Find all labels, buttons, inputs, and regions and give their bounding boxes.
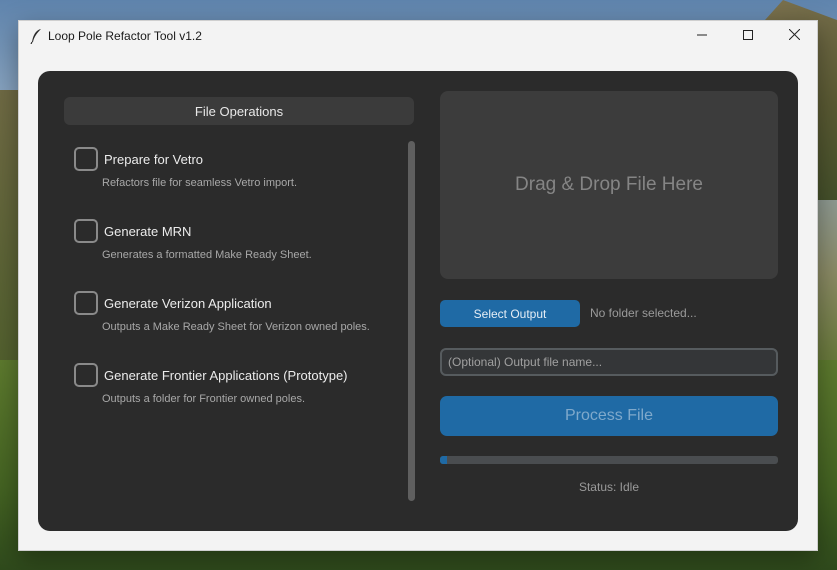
operation-item-prepare-vetro: Prepare for Vetro Refactors file for sea… (74, 147, 404, 219)
window-controls (679, 21, 817, 51)
operation-label[interactable]: Generate Verizon Application (104, 296, 272, 311)
frontier-applications-checkbox[interactable] (74, 363, 98, 387)
operation-label[interactable]: Prepare for Vetro (104, 152, 203, 167)
drag-drop-zone[interactable]: Drag & Drop File Here (440, 91, 778, 279)
operation-item-generate-mrn: Generate MRN Generates a formatted Make … (74, 219, 404, 291)
generate-mrn-checkbox[interactable] (74, 219, 98, 243)
close-button[interactable] (771, 21, 817, 51)
file-operations-header: File Operations (64, 97, 414, 125)
minimize-button[interactable] (679, 21, 725, 51)
app-window: Loop Pole Refactor Tool v1.2 File Operat… (18, 20, 818, 551)
prepare-vetro-checkbox[interactable] (74, 147, 98, 171)
progress-bar (440, 456, 778, 464)
operations-list: Prepare for Vetro Refactors file for sea… (74, 147, 404, 435)
operation-label[interactable]: Generate MRN (104, 224, 191, 239)
operation-item-verizon-application: Generate Verizon Application Outputs a M… (74, 291, 404, 363)
operation-description: Outputs a folder for Frontier owned pole… (102, 393, 305, 405)
output-filename-input[interactable] (440, 348, 778, 376)
operation-description: Outputs a Make Ready Sheet for Verizon o… (102, 321, 370, 333)
status-label: Status: Idle (578, 480, 640, 494)
operation-item-frontier-applications: Generate Frontier Applications (Prototyp… (74, 363, 404, 435)
process-file-button[interactable]: Process File (440, 396, 778, 436)
operation-label[interactable]: Generate Frontier Applications (Prototyp… (104, 368, 348, 383)
operation-row[interactable]: Generate MRN (74, 219, 404, 243)
progress-bar-fill (440, 456, 447, 464)
operation-description: Generates a formatted Make Ready Sheet. (102, 249, 312, 261)
minimize-icon (697, 27, 707, 45)
select-output-button[interactable]: Select Output (440, 300, 580, 327)
operations-scrollbar[interactable] (408, 141, 415, 501)
title-bar[interactable]: Loop Pole Refactor Tool v1.2 (19, 21, 817, 51)
operation-row[interactable]: Generate Frontier Applications (Prototyp… (74, 363, 404, 387)
window-title: Loop Pole Refactor Tool v1.2 (48, 29, 202, 43)
feather-quill-icon (29, 28, 43, 44)
verizon-application-checkbox[interactable] (74, 291, 98, 315)
maximize-icon (743, 27, 753, 45)
maximize-button[interactable] (725, 21, 771, 51)
close-icon (788, 27, 800, 45)
operation-description: Refactors file for seamless Vetro import… (102, 177, 298, 189)
operation-row[interactable]: Generate Verizon Application (74, 291, 404, 315)
operation-row[interactable]: Prepare for Vetro (74, 147, 404, 171)
main-panel: File Operations Prepare for Vetro Refact… (38, 71, 798, 531)
output-folder-label: No folder selected... (590, 306, 697, 320)
